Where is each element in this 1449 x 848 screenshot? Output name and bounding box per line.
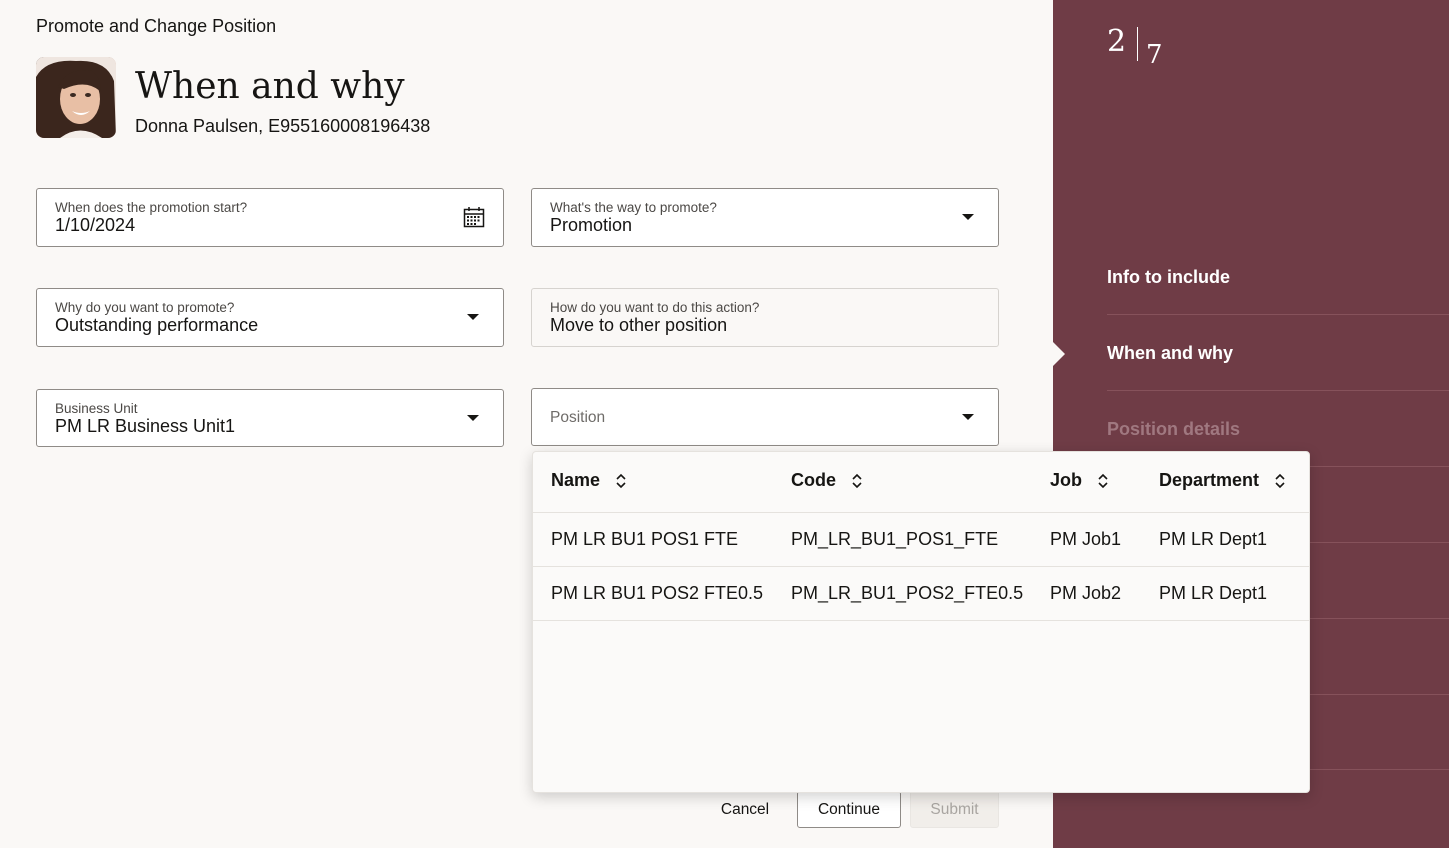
way-to-promote-select[interactable]: What's the way to promote? Promotion <box>531 188 999 247</box>
column-header-label: Department <box>1159 470 1260 490</box>
sidebar-item-info-to-include[interactable]: Info to include <box>1107 239 1449 315</box>
way-to-promote-value: Promotion <box>550 215 633 235</box>
chevron-down-icon[interactable] <box>962 414 974 420</box>
chevron-down-icon[interactable] <box>467 415 479 421</box>
chevron-down-icon[interactable] <box>467 314 479 320</box>
calendar-icon[interactable] <box>463 206 485 228</box>
start-date-field[interactable]: When does the promotion start? 1/10/2024 <box>36 188 504 247</box>
cell-department: PM LR Dept1 <box>1159 583 1268 603</box>
cell-name: PM LR BU1 POS2 FTE0.5 <box>551 583 764 603</box>
sort-icon[interactable] <box>851 472 863 490</box>
column-header-label: Code <box>791 470 836 490</box>
table-row[interactable]: PM LR BU1 POS2 FTE0.5 PM_LR_BU1_POS2_FTE… <box>533 566 1309 621</box>
reason-value: Outstanding performance <box>55 315 259 335</box>
table-row[interactable]: PM LR BU1 POS1 FTE PM_LR_BU1_POS1_FTE PM… <box>533 512 1309 567</box>
business-unit-label: Business Unit <box>55 401 138 416</box>
sidebar-item-when-and-why[interactable]: When and why <box>1107 315 1449 391</box>
cancel-button[interactable]: Cancel <box>706 791 784 828</box>
start-date-value[interactable]: 1/10/2024 <box>55 215 135 236</box>
avatar <box>36 57 116 138</box>
step-total: 7 <box>1146 40 1163 70</box>
action-value: Move to other position <box>550 315 728 335</box>
business-unit-value: PM LR Business Unit1 <box>55 416 236 436</box>
table-divider <box>533 620 1309 621</box>
sort-icon[interactable] <box>1274 472 1286 490</box>
sort-icon[interactable] <box>615 472 627 490</box>
action-field: How do you want to do this action? Move … <box>531 288 999 347</box>
cell-code: PM_LR_BU1_POS1_FTE <box>791 529 999 549</box>
sidebar-item-label: Info to include <box>1107 267 1230 287</box>
position-dropdown-popup: Name Code Job Department PM LR BU1 POS1 … <box>532 451 1310 793</box>
cell-department: PM LR Dept1 <box>1159 529 1268 549</box>
step-current: 2 <box>1107 24 1127 59</box>
submit-button: Submit <box>910 791 999 828</box>
cell-job: PM Job2 <box>1050 583 1122 603</box>
sidebar-item-label: When and why <box>1107 343 1233 363</box>
way-to-promote-label: What's the way to promote? <box>550 200 717 215</box>
reason-select[interactable]: Why do you want to promote? Outstanding … <box>36 288 504 347</box>
column-header-code[interactable]: Code <box>791 470 863 491</box>
active-step-indicator <box>1053 342 1065 366</box>
flow-title: Promote and Change Position <box>36 16 277 36</box>
person-name-id: Donna Paulsen, E955160008196438 <box>135 116 431 136</box>
avatar-photo <box>36 57 116 138</box>
cell-name: PM LR BU1 POS1 FTE <box>551 529 739 549</box>
reason-label: Why do you want to promote? <box>55 300 235 315</box>
column-header-job[interactable]: Job <box>1050 470 1109 491</box>
start-date-label: When does the promotion start? <box>55 200 248 215</box>
position-placeholder: Position <box>550 409 606 426</box>
continue-button[interactable]: Continue <box>797 791 901 828</box>
column-header-name[interactable]: Name <box>551 470 627 491</box>
column-header-department[interactable]: Department <box>1159 470 1286 491</box>
step-divider <box>1137 27 1138 61</box>
cell-code: PM_LR_BU1_POS2_FTE0.5 <box>791 583 1024 603</box>
page-title: When and why <box>135 66 405 107</box>
column-header-label: Name <box>551 470 601 490</box>
action-label: How do you want to do this action? <box>550 300 760 315</box>
column-header-label: Job <box>1050 470 1083 490</box>
chevron-down-icon[interactable] <box>962 214 974 220</box>
business-unit-select[interactable]: Business Unit PM LR Business Unit1 <box>36 389 504 447</box>
sort-icon[interactable] <box>1097 472 1109 490</box>
position-select[interactable]: Position <box>531 388 999 446</box>
cell-job: PM Job1 <box>1050 529 1122 549</box>
